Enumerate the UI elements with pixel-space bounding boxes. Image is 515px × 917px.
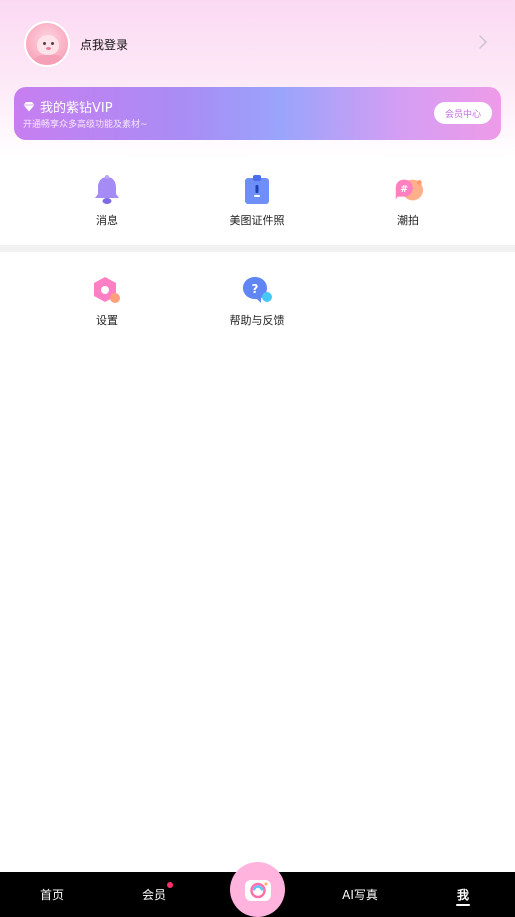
- vip-subtitle: 开通畅享众多高级功能及素材~: [23, 120, 148, 130]
- feature-messages[interactable]: 消息: [47, 174, 167, 244]
- section-divider: [0, 245, 515, 252]
- camera-icon: [244, 879, 271, 901]
- id-photo-icon: [245, 175, 269, 204]
- diamond-icon: [23, 102, 35, 112]
- feature-label: 潮拍: [397, 214, 419, 227]
- features-row-2: 设置 ? 帮助与反馈: [0, 274, 515, 346]
- feature-settings[interactable]: 设置: [47, 274, 167, 344]
- camera-button[interactable]: [230, 862, 285, 917]
- tab-ai-portrait[interactable]: AI写真: [330, 872, 390, 917]
- chevron-right-icon: [479, 35, 487, 49]
- feature-label: 设置: [96, 314, 118, 327]
- settings-hexagon-icon: [94, 277, 120, 303]
- feature-label: 帮助与反馈: [229, 314, 285, 327]
- feature-id-photo[interactable]: 美图证件照: [197, 174, 317, 244]
- vip-banner[interactable]: 我的紫钻VIP 开通畅享众多高级功能及素材~ 会员中心: [14, 87, 501, 140]
- tab-me[interactable]: 我: [433, 872, 493, 917]
- features-row-1: 消息 美图证件照 # 潮拍: [0, 174, 515, 246]
- profile-login-row[interactable]: 点我登录: [24, 20, 494, 68]
- tab-membership[interactable]: 会员: [124, 872, 184, 917]
- tab-home[interactable]: 首页: [22, 872, 82, 917]
- notification-badge: [167, 882, 173, 888]
- feature-label: 消息: [96, 214, 118, 227]
- feature-trendy-shoot[interactable]: # 潮拍: [348, 174, 468, 244]
- svg-text:#: #: [400, 184, 408, 195]
- member-center-button[interactable]: 会员中心: [434, 102, 492, 124]
- help-question-icon: ?: [243, 277, 272, 303]
- svg-text:?: ?: [252, 282, 259, 296]
- active-tab-indicator: [456, 904, 470, 906]
- feature-help-feedback[interactable]: ? 帮助与反馈: [197, 274, 317, 344]
- feature-label: 美图证件照: [229, 214, 285, 227]
- hashtag-chat-icon: #: [395, 179, 424, 201]
- login-label[interactable]: 点我登录: [80, 36, 128, 53]
- vip-title: 我的紫钻VIP: [40, 101, 113, 116]
- bell-icon: [95, 175, 119, 204]
- avatar[interactable]: [24, 21, 70, 67]
